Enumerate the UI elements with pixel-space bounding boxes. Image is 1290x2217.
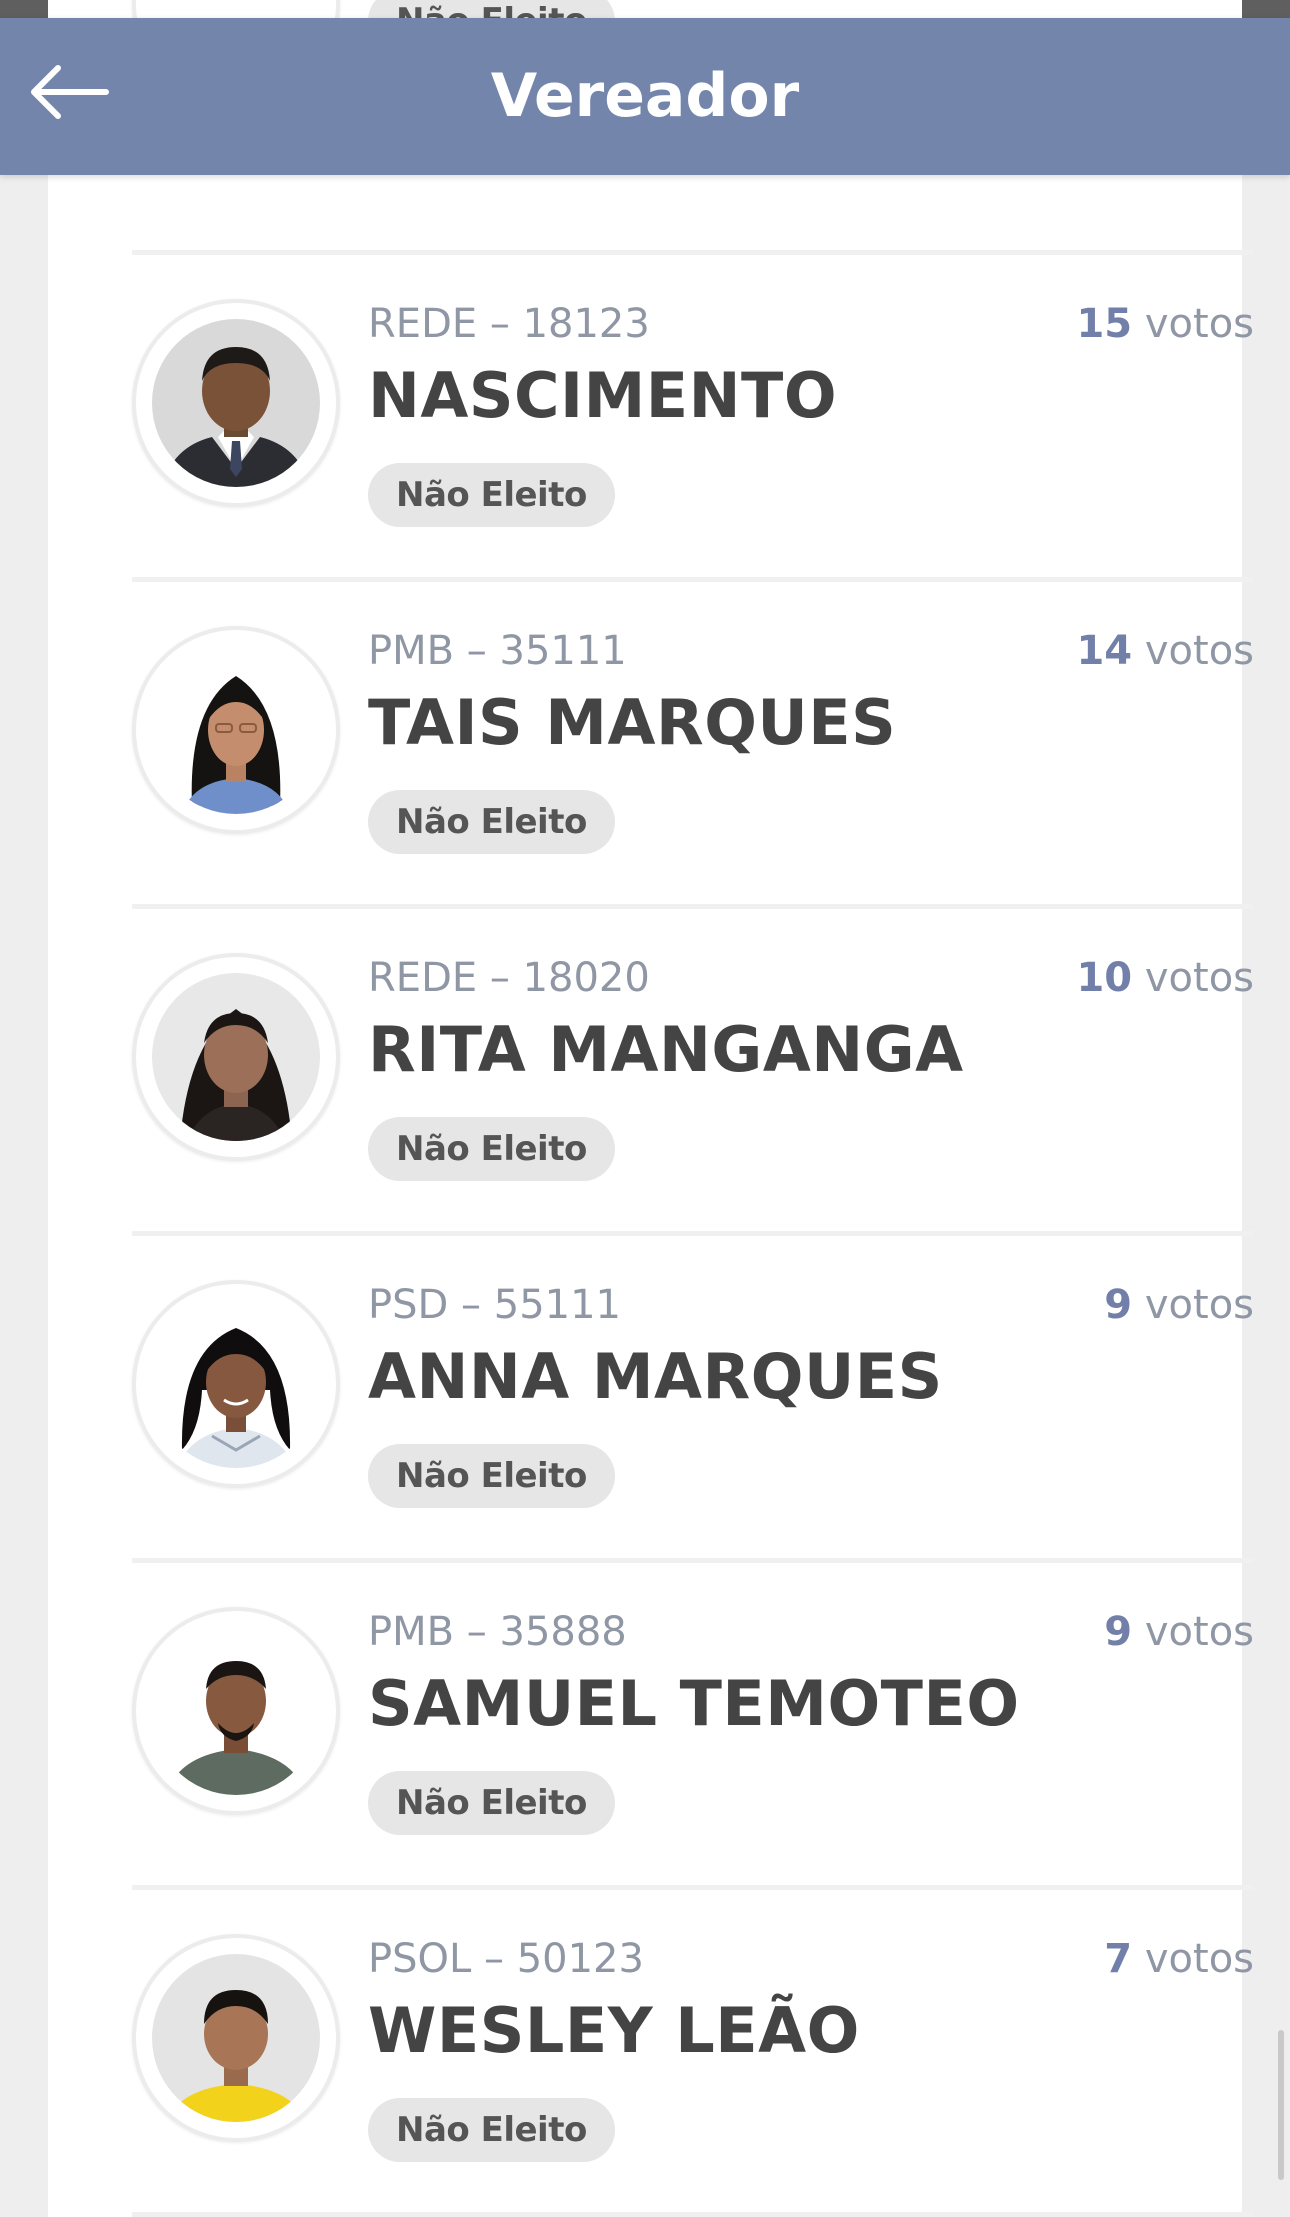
candidate-name: TAIS MARQUES [368, 686, 897, 759]
status-badge: Não Eleito [368, 790, 615, 854]
party-number: PMB – 35111 [368, 628, 627, 674]
page-title: Vereador [490, 61, 800, 131]
candidate-name: NASCIMENTO [368, 359, 838, 432]
candidate-list[interactable]: Não Eleito REDE – 18123 NASCIMENTO Não E… [48, 0, 1254, 2217]
candidate-photo [152, 319, 320, 487]
row-divider [132, 250, 1254, 255]
app-header: Vereador [0, 18, 1290, 175]
vote-count: 14 votos [1076, 627, 1254, 675]
row-divider [132, 1231, 1254, 1236]
vote-count-unit: votos [1144, 1609, 1254, 1655]
vote-count-unit: votos [1144, 1282, 1254, 1328]
status-badge: Não Eleito [368, 1771, 615, 1835]
candidate-name: SAMUEL TEMOTEO [368, 1667, 1020, 1740]
candidate-photo [152, 1627, 320, 1795]
party-number: REDE – 18020 [368, 955, 650, 1001]
list-item[interactable]: REDE – 18123 NASCIMENTO Não Eleito 15 vo… [132, 250, 1254, 577]
candidate-photo [152, 973, 320, 1141]
vote-count-unit: votos [1144, 628, 1254, 674]
vote-count-number: 14 [1076, 628, 1133, 674]
row-divider [132, 2212, 1254, 2217]
vote-count: 10 votos [1076, 954, 1254, 1002]
status-badge: Não Eleito [368, 1444, 615, 1508]
candidate-name: WESLEY LEÃO [368, 1994, 860, 2067]
avatar [132, 1934, 340, 2142]
vote-count: 15 votos [1076, 300, 1254, 348]
vote-count-number: 9 [1104, 1609, 1133, 1655]
candidate-photo [152, 1300, 320, 1468]
scrollbar[interactable] [1278, 2030, 1284, 2180]
vote-count: 9 votos [1104, 1608, 1254, 1656]
avatar [132, 953, 340, 1161]
vote-count-unit: votos [1144, 955, 1254, 1001]
avatar [132, 299, 340, 507]
row-divider [132, 904, 1254, 909]
avatar [132, 626, 340, 834]
candidate-name: ANNA MARQUES [368, 1340, 943, 1413]
party-number: PMB – 35888 [368, 1609, 627, 1655]
list-item[interactable]: PMB – 35111 TAIS MARQUES Não Eleito 14 v… [132, 577, 1254, 904]
avatar [132, 1280, 340, 1488]
row-divider [132, 1558, 1254, 1563]
status-badge: Não Eleito [368, 2098, 615, 2162]
vote-count-number: 10 [1076, 955, 1133, 1001]
list-item[interactable]: PSD – 55111 ANNA MARQUES Não Eleito 9 vo… [132, 1231, 1254, 1558]
status-badge: Não Eleito [368, 1117, 615, 1181]
vote-count-unit: votos [1144, 301, 1254, 347]
candidate-name: RITA MANGANGA [368, 1013, 964, 1086]
avatar [132, 1607, 340, 1815]
vote-count-number: 15 [1076, 301, 1133, 347]
vote-count: 9 votos [1104, 1281, 1254, 1329]
vote-count-number: 9 [1104, 1282, 1133, 1328]
list-item-divider [132, 2212, 1254, 2217]
candidate-photo [152, 646, 320, 814]
row-divider [132, 1885, 1254, 1890]
party-number: REDE – 18123 [368, 301, 650, 347]
list-item[interactable]: PMB – 35888 SAMUEL TEMOTEO Não Eleito 9 … [132, 1558, 1254, 1885]
row-divider [132, 577, 1254, 582]
party-number: PSOL – 50123 [368, 1936, 644, 1982]
list-item[interactable]: REDE – 18020 RITA MANGANGA Não Eleito 10… [132, 904, 1254, 1231]
party-number: PSD – 55111 [368, 1282, 621, 1328]
vote-count-number: 7 [1104, 1936, 1133, 1982]
status-badge: Não Eleito [368, 463, 615, 527]
list-item[interactable]: PSOL – 50123 WESLEY LEÃO Não Eleito 7 vo… [132, 1885, 1254, 2212]
vote-count: 7 votos [1104, 1935, 1254, 1983]
vote-count-unit: votos [1144, 1936, 1254, 1982]
candidate-photo [152, 1954, 320, 2122]
